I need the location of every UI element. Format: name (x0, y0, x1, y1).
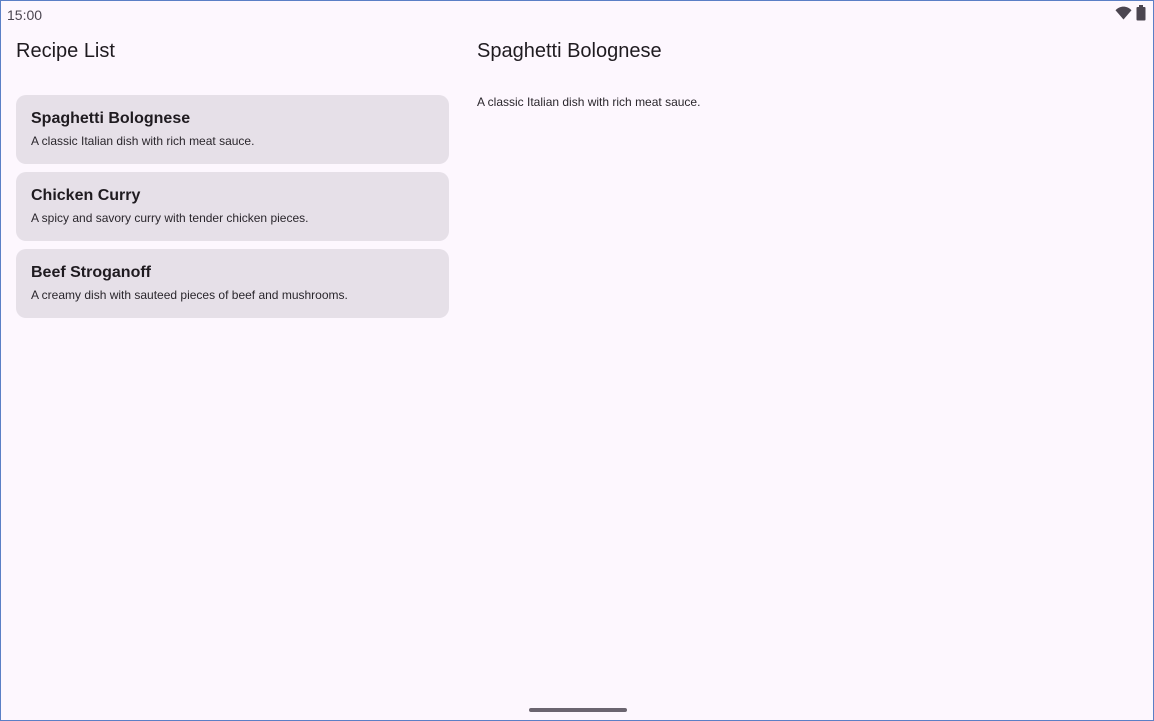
recipe-description: A classic Italian dish with rich meat sa… (31, 134, 255, 148)
detail-title: Spaghetti Bolognese (477, 40, 662, 62)
status-time: 15:00 (7, 7, 43, 23)
recipe-description: A spicy and savory curry with tender chi… (31, 211, 309, 225)
recipe-list: Spaghetti Bolognese A classic Italian di… (16, 95, 449, 326)
recipe-description: A creamy dish with sauteed pieces of bee… (31, 288, 348, 302)
wifi-icon (1115, 6, 1132, 20)
gesture-nav-handle[interactable] (529, 708, 627, 712)
recipe-name: Chicken Curry (31, 187, 141, 204)
list-title: Recipe List (16, 40, 115, 62)
recipe-name: Spaghetti Bolognese (31, 110, 191, 127)
detail-description: A classic Italian dish with rich meat sa… (477, 95, 701, 109)
recipe-card[interactable]: Beef Stroganoff A creamy dish with saute… (16, 249, 449, 318)
battery-icon (1136, 5, 1146, 21)
recipe-name: Beef Stroganoff (31, 264, 151, 281)
app-screen: 15:00 Recipe List Spaghetti Bolognese A … (0, 0, 1154, 721)
status-bar: 15:00 (1, 1, 1153, 27)
status-icons (1115, 5, 1146, 21)
recipe-card[interactable]: Spaghetti Bolognese A classic Italian di… (16, 95, 449, 164)
recipe-card[interactable]: Chicken Curry A spicy and savory curry w… (16, 172, 449, 241)
